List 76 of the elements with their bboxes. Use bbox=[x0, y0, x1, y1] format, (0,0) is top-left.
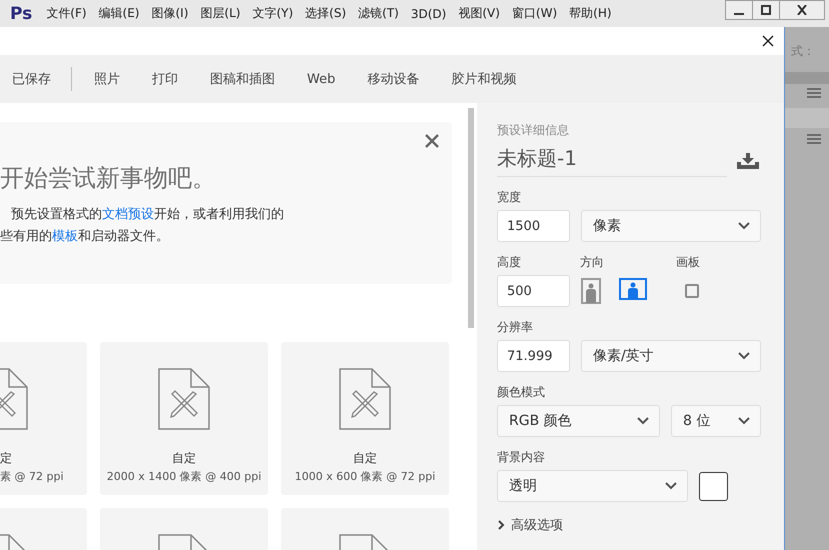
maximize-button[interactable] bbox=[752, 0, 780, 20]
document-name-field[interactable]: 未标题-1 bbox=[497, 145, 727, 177]
preset-name: 自定 bbox=[353, 450, 377, 467]
field-label: 背景内容 bbox=[497, 449, 546, 466]
preset-name: 自定 bbox=[172, 450, 196, 467]
chevron-icon bbox=[738, 417, 750, 425]
preset-name: 定 bbox=[0, 450, 12, 467]
width-input[interactable]: 1500 bbox=[497, 210, 570, 242]
preset-card[interactable]: 自定 2000 x 1400 像素 @ 400 ppi bbox=[100, 342, 268, 495]
artboard-checkbox[interactable] bbox=[685, 284, 699, 298]
tab[interactable]: 打印 bbox=[152, 70, 178, 88]
menu-item[interactable]: 图层(L) bbox=[200, 5, 240, 22]
close-button[interactable] bbox=[779, 0, 825, 20]
field-label: 方向 bbox=[580, 254, 605, 271]
bit-depth-dropdown[interactable]: 8 位 bbox=[671, 405, 761, 437]
color-mode-dropdown[interactable]: RGB 颜色 bbox=[497, 405, 660, 437]
chevron-icon bbox=[738, 222, 750, 230]
unit-dropdown[interactable]: 像素 bbox=[581, 210, 761, 242]
tab[interactable]: 图稿和插图 bbox=[210, 70, 275, 88]
portrait-button[interactable] bbox=[581, 278, 601, 304]
field-label: 颜色模式 bbox=[497, 384, 546, 401]
preset-size: 素 @ 72 ppi bbox=[0, 469, 64, 484]
banner-text: 些有用的模板和启动器文件。 bbox=[0, 228, 170, 246]
menu-item[interactable]: 窗口(W) bbox=[512, 5, 558, 22]
document-icon bbox=[158, 368, 210, 430]
menu-item[interactable]: 3D(D) bbox=[410, 6, 446, 20]
panel-header bbox=[785, 72, 829, 84]
tab[interactable]: 已保存 bbox=[12, 70, 51, 88]
section-label: 预设详细信息 bbox=[497, 122, 570, 139]
chevron-icon bbox=[637, 417, 649, 425]
panel-label: 式： bbox=[791, 43, 815, 60]
close-button[interactable] bbox=[760, 33, 776, 49]
chevron-icon bbox=[665, 482, 677, 490]
resolution-input[interactable]: 71.999 bbox=[497, 340, 570, 372]
preset-size: 1000 x 600 像素 @ 72 ppi bbox=[294, 469, 436, 484]
menu-item[interactable]: 文字(Y) bbox=[252, 5, 294, 22]
scrollbar-thumb[interactable] bbox=[468, 108, 474, 328]
link[interactable]: 模板 bbox=[52, 229, 78, 244]
height-input[interactable]: 500 bbox=[497, 275, 570, 307]
close-icon bbox=[796, 5, 808, 15]
app-logo: Ps bbox=[10, 4, 32, 24]
tab[interactable]: Web bbox=[307, 72, 336, 86]
menu-item[interactable]: 文件(F) bbox=[46, 5, 87, 22]
menu-item[interactable]: 编辑(E) bbox=[98, 5, 140, 22]
maximize-icon bbox=[760, 5, 772, 15]
advanced-options-toggle[interactable]: 高级选项 bbox=[497, 516, 563, 534]
menu-item[interactable]: 选择(S) bbox=[305, 5, 346, 22]
menu-icon[interactable] bbox=[807, 134, 821, 144]
menu-item[interactable]: 视图(V) bbox=[458, 5, 500, 22]
color-swatch[interactable] bbox=[699, 472, 728, 500]
save-preset-icon[interactable] bbox=[737, 153, 759, 169]
preset-card[interactable]: 定 素 @ 72 ppi bbox=[0, 342, 87, 495]
menu-item[interactable]: 滤镜(T) bbox=[358, 5, 399, 22]
minimize-button[interactable] bbox=[725, 0, 753, 20]
menu-item[interactable]: 图像(I) bbox=[152, 5, 188, 22]
chevron-icon bbox=[497, 520, 505, 530]
link[interactable]: 文档预设 bbox=[102, 207, 154, 222]
minimize-icon bbox=[734, 13, 744, 15]
field-label: 高度 bbox=[497, 254, 522, 271]
menu-item[interactable]: 帮助(H) bbox=[569, 5, 612, 22]
preset-size: 2000 x 1400 像素 @ 400 ppi bbox=[106, 469, 262, 484]
chevron-icon bbox=[738, 352, 750, 360]
field-label: 分辨率 bbox=[497, 319, 534, 336]
banner-text: 预先设置格式的文档预设开始，或者利用我们的 bbox=[10, 206, 285, 224]
panel-row bbox=[785, 108, 829, 128]
tab[interactable]: 移动设备 bbox=[367, 70, 420, 88]
field-label: 画板 bbox=[676, 254, 700, 271]
menu-icon[interactable] bbox=[807, 88, 821, 98]
field-label: 宽度 bbox=[497, 189, 522, 206]
document-icon bbox=[339, 368, 391, 430]
tab[interactable]: 照片 bbox=[94, 70, 120, 88]
banner-heading: 开始尝试新事物吧。 bbox=[0, 163, 217, 194]
tab[interactable]: 胶片和视频 bbox=[451, 70, 516, 88]
background-dropdown[interactable]: 透明 bbox=[497, 470, 688, 502]
unit-dropdown[interactable]: 像素/英寸 bbox=[581, 340, 761, 372]
preset-card[interactable]: 自定 1000 x 600 像素 @ 72 ppi bbox=[281, 342, 449, 495]
